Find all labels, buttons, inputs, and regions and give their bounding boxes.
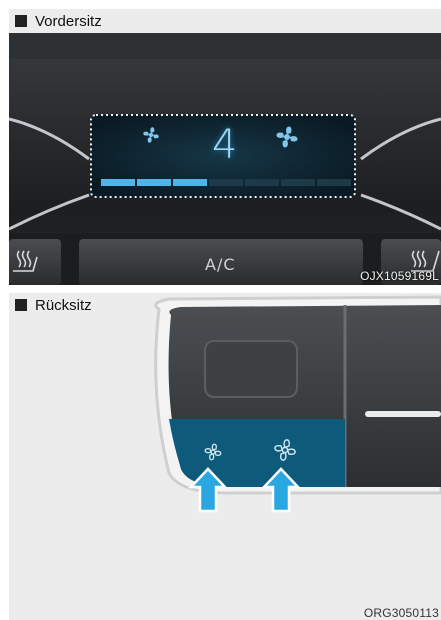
rear-caption-text: Rücksitz	[35, 296, 92, 314]
rear-climate-panel-drawing	[154, 295, 441, 513]
caption-square-icon	[15, 15, 27, 27]
caption-square-icon	[15, 299, 27, 311]
fan-level-segment	[209, 179, 243, 186]
rear-caption: Rücksitz	[9, 293, 441, 317]
fan-level-segment	[173, 179, 207, 186]
fan-level-segment	[281, 179, 315, 186]
fan-speed-value: 4	[212, 122, 238, 168]
rear-figure-code: ORG3050113	[363, 606, 439, 620]
fan-level-segment	[245, 179, 279, 186]
fan-level-segment	[137, 179, 171, 186]
fan-level-segment	[317, 179, 351, 186]
fan-level-segment	[101, 179, 135, 186]
front-caption-text: Vordersitz	[35, 12, 102, 30]
front-seat-figure: Vordersitz 4 A/C OJX1059169L	[9, 9, 441, 285]
rear-seat-figure: Rücksitz ORG3050113	[9, 293, 441, 620]
ac-button-label: A/C	[205, 255, 236, 274]
front-caption: Vordersitz	[9, 9, 441, 33]
front-figure-code: OJX1059169L	[360, 269, 439, 283]
